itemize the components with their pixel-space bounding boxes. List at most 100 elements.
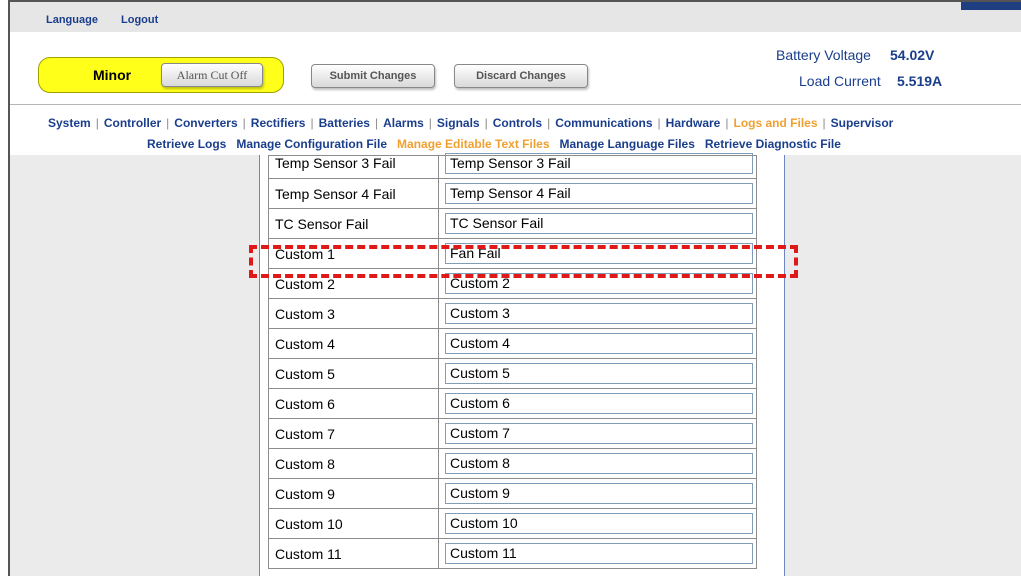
text-value-input[interactable]: Custom 5 bbox=[445, 363, 753, 384]
table-row: Custom 9 Custom 9 bbox=[268, 478, 757, 509]
language-link[interactable]: Language bbox=[46, 14, 98, 26]
row-label: Custom 9 bbox=[275, 485, 335, 502]
text-value-input[interactable]: Custom 11 bbox=[445, 543, 753, 564]
row-value-cell: Custom 2 bbox=[438, 268, 757, 299]
text-value-input[interactable]: Custom 9 bbox=[445, 483, 753, 504]
nav-item-alarms[interactable]: Alarms bbox=[383, 116, 424, 130]
row-label-cell: Custom 5 bbox=[268, 358, 439, 389]
row-value-cell: TC Sensor Fail bbox=[438, 208, 757, 239]
editable-text-table: Temp Sensor 3 Fail Temp Sensor 3 Fail Temp… bbox=[268, 152, 757, 569]
table-row: Custom 8 Custom 8 bbox=[268, 448, 757, 479]
nav-item-controller[interactable]: Controller bbox=[104, 116, 161, 130]
table-row: TC Sensor Fail TC Sensor Fail bbox=[268, 208, 757, 239]
row-label-cell: Custom 8 bbox=[268, 448, 439, 479]
row-label: Custom 1 bbox=[275, 245, 335, 262]
row-label: Custom 11 bbox=[275, 545, 342, 562]
row-label: Custom 7 bbox=[275, 425, 335, 442]
row-value-cell: Custom 10 bbox=[438, 508, 757, 539]
subnav-item-manage-configuration-file[interactable]: Manage Configuration File bbox=[236, 137, 387, 151]
row-label-cell: Custom 1 bbox=[268, 238, 439, 269]
top-bar: Language Logout bbox=[10, 2, 1021, 32]
alarm-cut-off-button[interactable]: Alarm Cut Off bbox=[161, 63, 263, 87]
nav-item-controls[interactable]: Controls bbox=[493, 116, 542, 130]
nav-item-supervisor[interactable]: Supervisor bbox=[831, 116, 894, 130]
subnav-item-manage-editable-text-files[interactable]: Manage Editable Text Files bbox=[397, 137, 549, 151]
corner-accent bbox=[961, 2, 1021, 10]
nav-separator: | bbox=[547, 116, 551, 130]
row-value-cell: Custom 9 bbox=[438, 478, 757, 509]
table-row: Custom 3 Custom 3 bbox=[268, 298, 757, 329]
row-label-cell: Custom 6 bbox=[268, 388, 439, 419]
row-value-cell: Custom 3 bbox=[438, 298, 757, 329]
table-row: Custom 7 Custom 7 bbox=[268, 418, 757, 449]
nav-separator: | bbox=[374, 116, 379, 130]
nav-separator: | bbox=[657, 116, 661, 130]
submit-changes-button[interactable]: Submit Changes bbox=[311, 64, 435, 88]
battery-voltage-label: Battery Voltage bbox=[776, 47, 871, 63]
table-row: Temp Sensor 3 Fail Temp Sensor 3 Fail bbox=[268, 152, 757, 179]
text-value-input[interactable]: Custom 6 bbox=[445, 393, 753, 414]
row-label: Custom 2 bbox=[275, 275, 335, 292]
text-value-input[interactable]: Custom 2 bbox=[445, 273, 753, 294]
text-value-input[interactable]: Fan Fail bbox=[445, 243, 753, 264]
text-value-input[interactable]: Custom 7 bbox=[445, 423, 753, 444]
nav-separator: | bbox=[822, 116, 826, 130]
nav-separator: | bbox=[242, 116, 246, 130]
row-value-cell: Custom 11 bbox=[438, 538, 757, 569]
nav-separator: | bbox=[428, 116, 432, 130]
nav-separator: | bbox=[725, 116, 729, 130]
sub-nav: Retrieve Logs Manage Configuration File Ma… bbox=[147, 137, 851, 151]
nav-item-communications[interactable]: Communications bbox=[555, 116, 652, 130]
text-value-input[interactable]: Temp Sensor 3 Fail bbox=[445, 152, 753, 174]
nav-separator: | bbox=[484, 116, 488, 130]
nav-item-rectifiers[interactable]: Rectifiers bbox=[251, 116, 306, 130]
load-current-label: Load Current bbox=[799, 73, 881, 89]
row-label: Custom 4 bbox=[275, 335, 335, 352]
row-value-cell: Fan Fail bbox=[438, 238, 757, 269]
nav-item-hardware[interactable]: Hardware bbox=[666, 116, 721, 130]
nav-item-signals[interactable]: Signals bbox=[437, 116, 480, 130]
nav-item-batteries[interactable]: Batteries bbox=[319, 116, 370, 130]
nav-item-converters[interactable]: Converters bbox=[174, 116, 237, 130]
nav-separator: | bbox=[166, 116, 170, 130]
row-label: Temp Sensor 4 Fail bbox=[275, 185, 396, 202]
text-value-input[interactable]: Custom 8 bbox=[445, 453, 753, 474]
row-label: Custom 5 bbox=[275, 365, 335, 382]
row-label-cell: Custom 9 bbox=[268, 478, 439, 509]
table-row: Custom 4 Custom 4 bbox=[268, 328, 757, 359]
nav-item-system[interactable]: System bbox=[48, 116, 91, 130]
table-row: Custom 11 Custom 11 bbox=[268, 538, 757, 569]
logout-link[interactable]: Logout bbox=[121, 14, 158, 26]
row-label-cell: Custom 4 bbox=[268, 328, 439, 359]
row-value-cell: Temp Sensor 4 Fail bbox=[438, 178, 757, 209]
table-row: Custom 6 Custom 6 bbox=[268, 388, 757, 419]
subnav-item-manage-language-files[interactable]: Manage Language Files bbox=[560, 137, 695, 151]
text-value-input[interactable]: Custom 4 bbox=[445, 333, 753, 354]
subnav-item-retrieve-logs[interactable]: Retrieve Logs bbox=[147, 137, 226, 151]
row-label-cell: Custom 10 bbox=[268, 508, 439, 539]
row-value-cell: Custom 6 bbox=[438, 388, 757, 419]
row-label-cell: Custom 7 bbox=[268, 418, 439, 449]
subnav-item-retrieve-diagnostic-file[interactable]: Retrieve Diagnostic File bbox=[705, 137, 841, 151]
table-row: Custom 1 Fan Fail bbox=[268, 238, 757, 269]
discard-changes-button[interactable]: Discard Changes bbox=[454, 64, 588, 88]
row-label: TC Sensor Fail bbox=[275, 215, 369, 232]
table-row: Custom 2 Custom 2 bbox=[268, 268, 757, 299]
alarm-status-panel: Minor Alarm Cut Off bbox=[38, 57, 284, 93]
header-divider bbox=[10, 104, 1021, 105]
app-frame: Language Logout Minor Alarm Cut Off Subm… bbox=[8, 0, 1021, 576]
row-label-cell: Custom 2 bbox=[268, 268, 439, 299]
text-value-input[interactable]: Custom 10 bbox=[445, 513, 753, 534]
text-value-input[interactable]: Custom 3 bbox=[445, 303, 753, 324]
nav-separator: | bbox=[95, 116, 99, 130]
text-value-input[interactable]: Temp Sensor 4 Fail bbox=[445, 183, 753, 204]
nav-separator: | bbox=[310, 116, 314, 130]
table-row: Temp Sensor 4 Fail Temp Sensor 4 Fail bbox=[268, 178, 757, 209]
row-value-cell: Temp Sensor 3 Fail bbox=[438, 152, 757, 179]
row-value-cell: Custom 7 bbox=[438, 418, 757, 449]
row-label-cell: Custom 3 bbox=[268, 298, 439, 329]
row-label: Temp Sensor 3 Fail bbox=[275, 155, 396, 171]
text-value-input[interactable]: TC Sensor Fail bbox=[445, 213, 753, 234]
nav-item-logs-and-files[interactable]: Logs and Files bbox=[733, 116, 817, 130]
row-label: Custom 3 bbox=[275, 305, 335, 322]
